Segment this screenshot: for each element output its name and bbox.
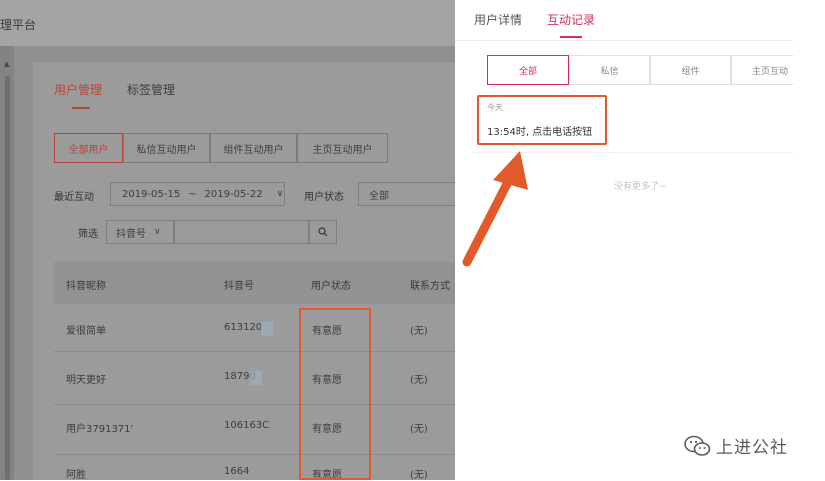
wechat-icon [684, 435, 711, 456]
pointer-arrow-icon [462, 151, 528, 267]
watermark-text: 上进公社 [716, 438, 788, 458]
